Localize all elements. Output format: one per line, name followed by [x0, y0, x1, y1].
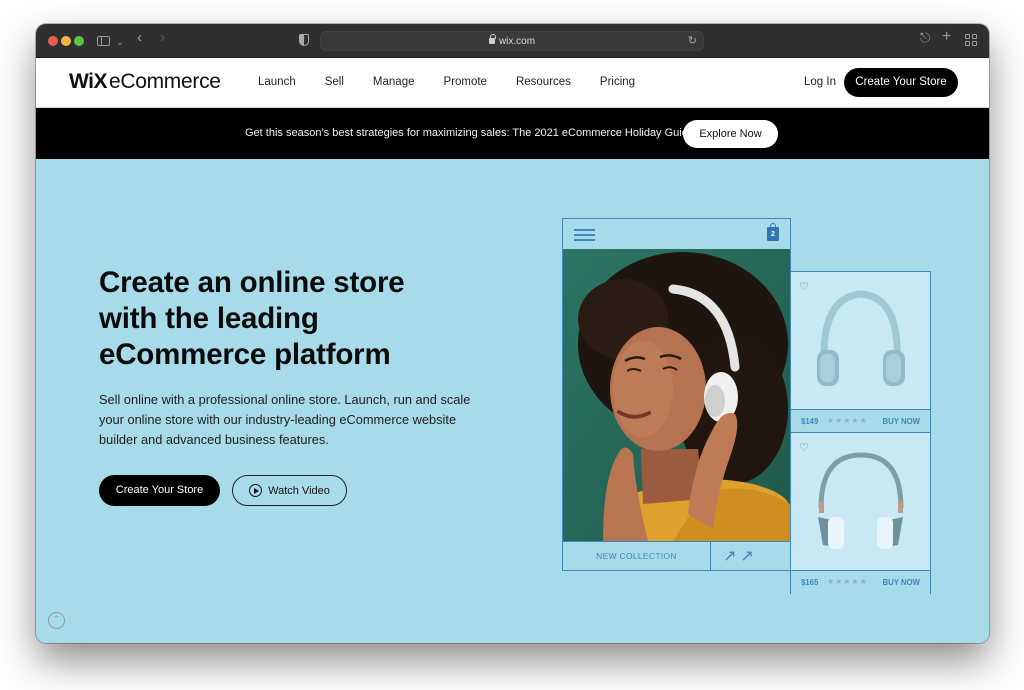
scroll-to-top-button[interactable]: ⌃	[48, 612, 65, 629]
store-mockup: 2 NEW COLLECTION ↗↗	[562, 218, 791, 571]
headline-line: eCommerce platform	[99, 338, 391, 371]
url-text: wix.com	[498, 36, 536, 47]
headline-line: Create an online store	[99, 266, 405, 299]
watch-video-button[interactable]: Watch Video	[232, 475, 347, 506]
rating-stars: ★★★★★	[827, 416, 868, 425]
share-icon[interactable]: ⎋	[920, 31, 930, 44]
privacy-shield-icon[interactable]	[299, 34, 309, 46]
url-display: wix.com	[321, 34, 703, 47]
headphones-product-image: ♡	[791, 433, 930, 570]
new-tab-icon[interactable]: +	[942, 29, 951, 45]
reload-icon[interactable]: ↻	[688, 34, 697, 47]
cart-count: 2	[771, 231, 775, 238]
wix-ecommerce-logo[interactable]: WiXeCommerce	[69, 70, 221, 94]
sidebar-toggle-icon[interactable]	[97, 36, 110, 46]
forward-icon[interactable]: ›	[160, 30, 165, 45]
lock-icon	[488, 34, 496, 44]
product-footer: $165 ★★★★★ BUY NOW	[791, 570, 930, 594]
headline-line: with the leading	[99, 302, 319, 335]
nav-launch[interactable]: Launch	[258, 76, 296, 88]
browser-titlebar: ⌄ ‹ › wix.com ↻ ⎋ +	[36, 24, 989, 58]
product-footer: $149 ★★★★★ BUY NOW	[791, 409, 930, 433]
back-icon[interactable]: ‹	[137, 30, 142, 45]
headphones-illustration	[817, 290, 905, 386]
hamburger-menu-icon	[574, 229, 595, 241]
favorite-heart-icon: ♡	[799, 442, 809, 454]
play-icon	[249, 484, 263, 497]
nav-sell[interactable]: Sell	[325, 76, 344, 88]
shopping-bag-icon: 2	[767, 223, 779, 241]
promo-text: Get this season’s best strategies for ma…	[245, 127, 698, 139]
close-window-button[interactable]	[48, 36, 58, 46]
create-store-header-button[interactable]: Create Your Store	[844, 68, 958, 97]
mockup-footer: NEW COLLECTION ↗↗	[563, 541, 790, 571]
rating-stars: ★★★★★	[827, 577, 868, 586]
chevron-up-icon: ⌃	[52, 614, 61, 624]
logo-mark: WiX	[69, 70, 107, 93]
main-nav: Launch Sell Manage Promote Resources Pri…	[258, 76, 664, 88]
chevron-down-icon[interactable]: ⌄	[116, 36, 124, 48]
site-header: WiXeCommerce Launch Sell Manage Promote …	[36, 58, 989, 108]
nav-pricing[interactable]: Pricing	[600, 76, 635, 88]
buy-now-label: BUY NOW	[882, 417, 920, 426]
address-bar[interactable]: wix.com ↻	[320, 31, 704, 51]
product-card: ♡ $165 ★★★★★ BUY NOW	[790, 432, 931, 594]
zoom-window-button[interactable]	[74, 36, 84, 46]
create-store-hero-button[interactable]: Create Your Store	[99, 475, 220, 506]
browser-window: ⌄ ‹ › wix.com ↻ ⎋ + WiXeCommerce Launch …	[36, 24, 989, 643]
hero-section: Create an online store with the leading …	[36, 159, 989, 643]
favorite-heart-icon: ♡	[799, 281, 809, 293]
buy-now-label: BUY NOW	[882, 578, 920, 587]
hero-headline: Create an online store with the leading …	[99, 265, 479, 373]
hero-subtext: Sell online with a professional online s…	[99, 392, 471, 447]
promo-banner: Get this season’s best strategies for ma…	[36, 108, 989, 159]
explore-now-button[interactable]: Explore Now	[683, 120, 778, 148]
watch-video-label: Watch Video	[268, 484, 330, 497]
mockup-header: 2	[563, 219, 790, 249]
model-illustration	[563, 249, 790, 541]
nav-promote[interactable]: Promote	[443, 76, 486, 88]
tab-overview-icon[interactable]	[965, 34, 977, 46]
product-price: $165	[801, 578, 819, 587]
model-with-headphones-image	[563, 249, 790, 541]
headphones-illustration	[818, 452, 904, 549]
product-card: ♡ $149 ★★★★★ BUY NOW	[790, 271, 931, 433]
minimize-window-button[interactable]	[61, 36, 71, 46]
login-link[interactable]: Log In	[804, 76, 836, 88]
product-price: $149	[801, 417, 819, 426]
logo-text: eCommerce	[108, 70, 221, 93]
new-collection-label: NEW COLLECTION	[563, 542, 711, 571]
nav-manage[interactable]: Manage	[373, 76, 415, 88]
nav-resources[interactable]: Resources	[516, 76, 571, 88]
arrow-up-right-icon: ↗↗	[723, 548, 758, 565]
headphones-product-image: ♡	[791, 272, 930, 409]
